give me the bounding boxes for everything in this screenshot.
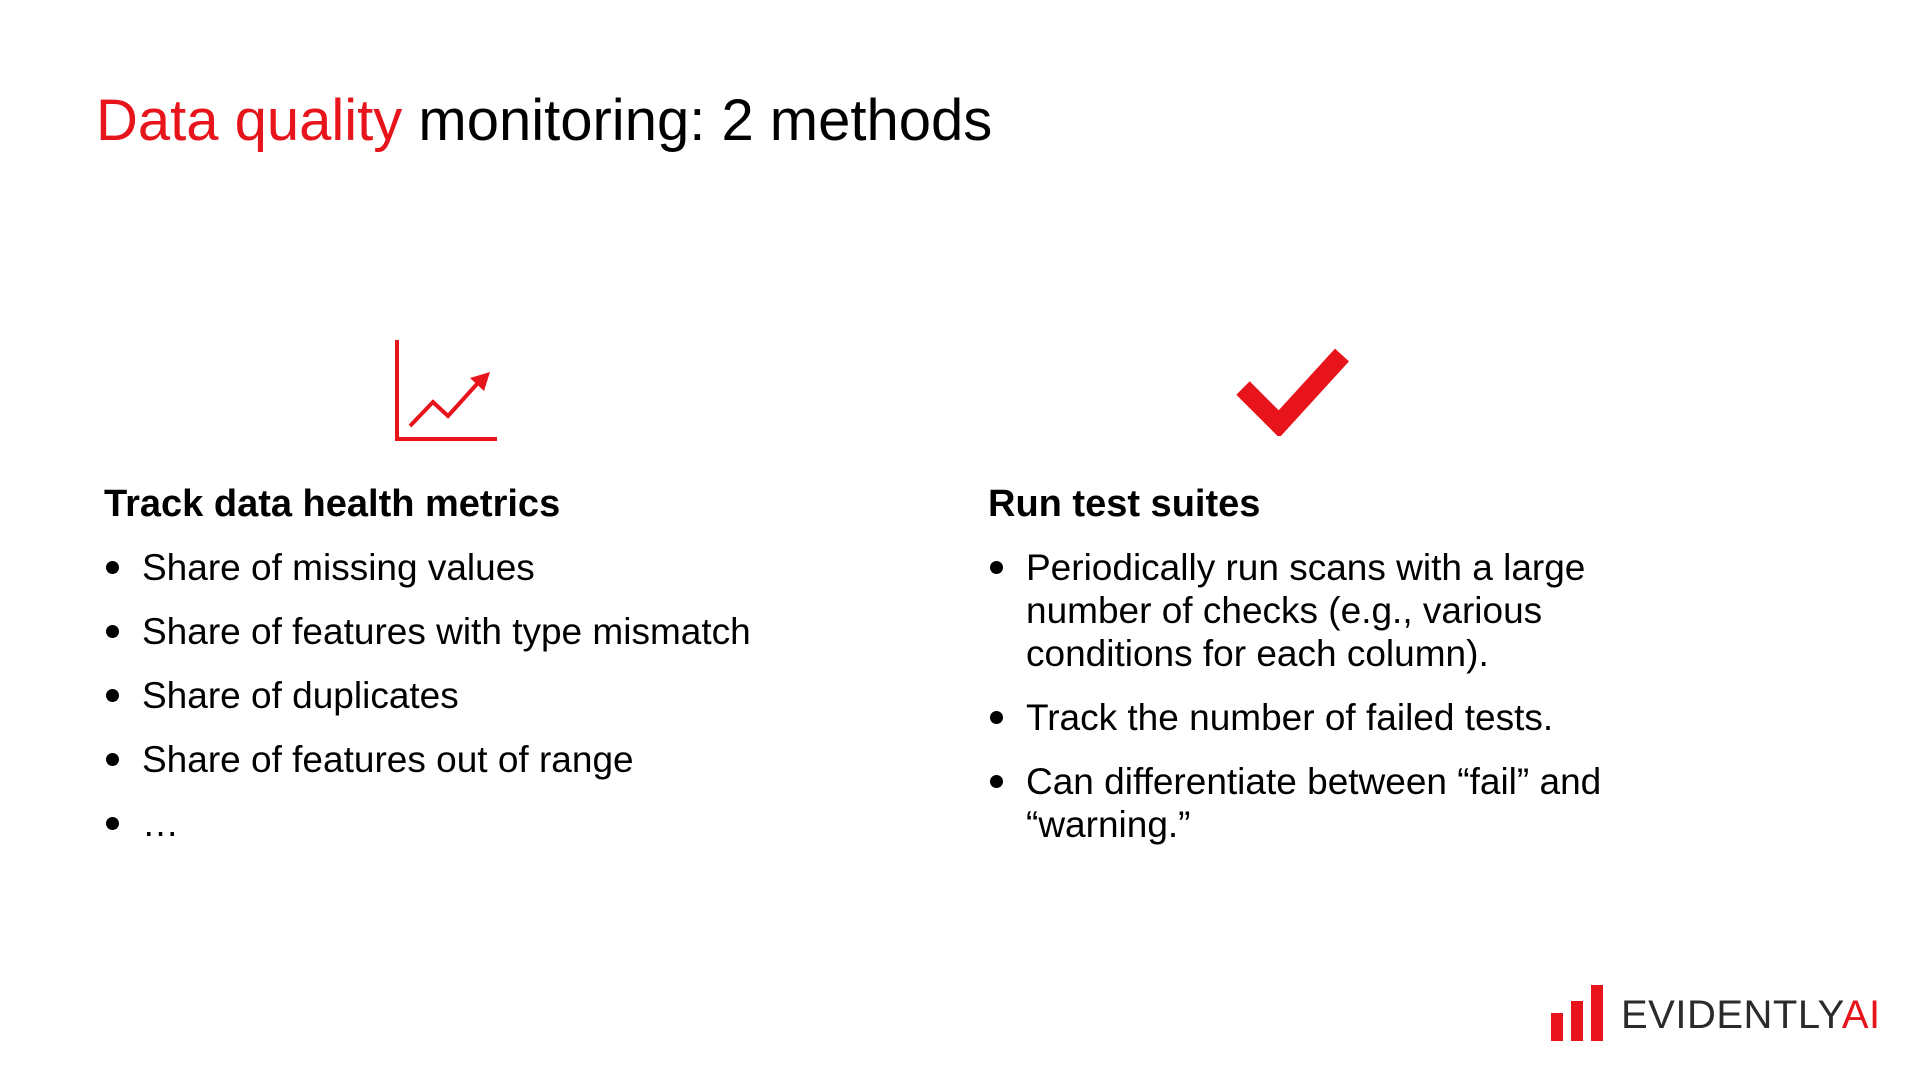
brand-suffix: AI: [1841, 993, 1881, 1037]
trend-chart-icon: [395, 340, 497, 441]
list-item: Track the number of failed tests.: [988, 696, 1686, 739]
list-item: Periodically run scans with a large numb…: [988, 546, 1686, 675]
metrics-list: Share of missing values Share of feature…: [104, 546, 751, 866]
checkmark-icon: [1236, 348, 1350, 436]
title-accent: Data quality: [96, 88, 403, 153]
list-item: Share of features with type mismatch: [104, 610, 751, 653]
list-item: Can differentiate between “fail” and “wa…: [988, 760, 1686, 846]
metrics-heading: Track data health metrics: [104, 483, 561, 525]
title-rest: monitoring: 2 methods: [402, 88, 993, 153]
tests-list: Periodically run scans with a large numb…: [988, 546, 1686, 867]
brand-wordmark: EVIDENTLYAI: [1621, 995, 1881, 1035]
evidently-bars-logo-icon: [1551, 985, 1603, 1041]
brand-name: EVIDENTLY: [1621, 993, 1842, 1037]
list-item: Share of duplicates: [104, 674, 751, 717]
brand-logo: EVIDENTLYAI: [1551, 985, 1881, 1041]
tests-heading: Run test suites: [988, 483, 1261, 525]
list-item: Share of features out of range: [104, 738, 751, 781]
slide-title: Data quality monitoring: 2 methods: [96, 88, 992, 155]
list-item: Share of missing values: [104, 546, 751, 589]
list-item: …: [104, 802, 751, 845]
